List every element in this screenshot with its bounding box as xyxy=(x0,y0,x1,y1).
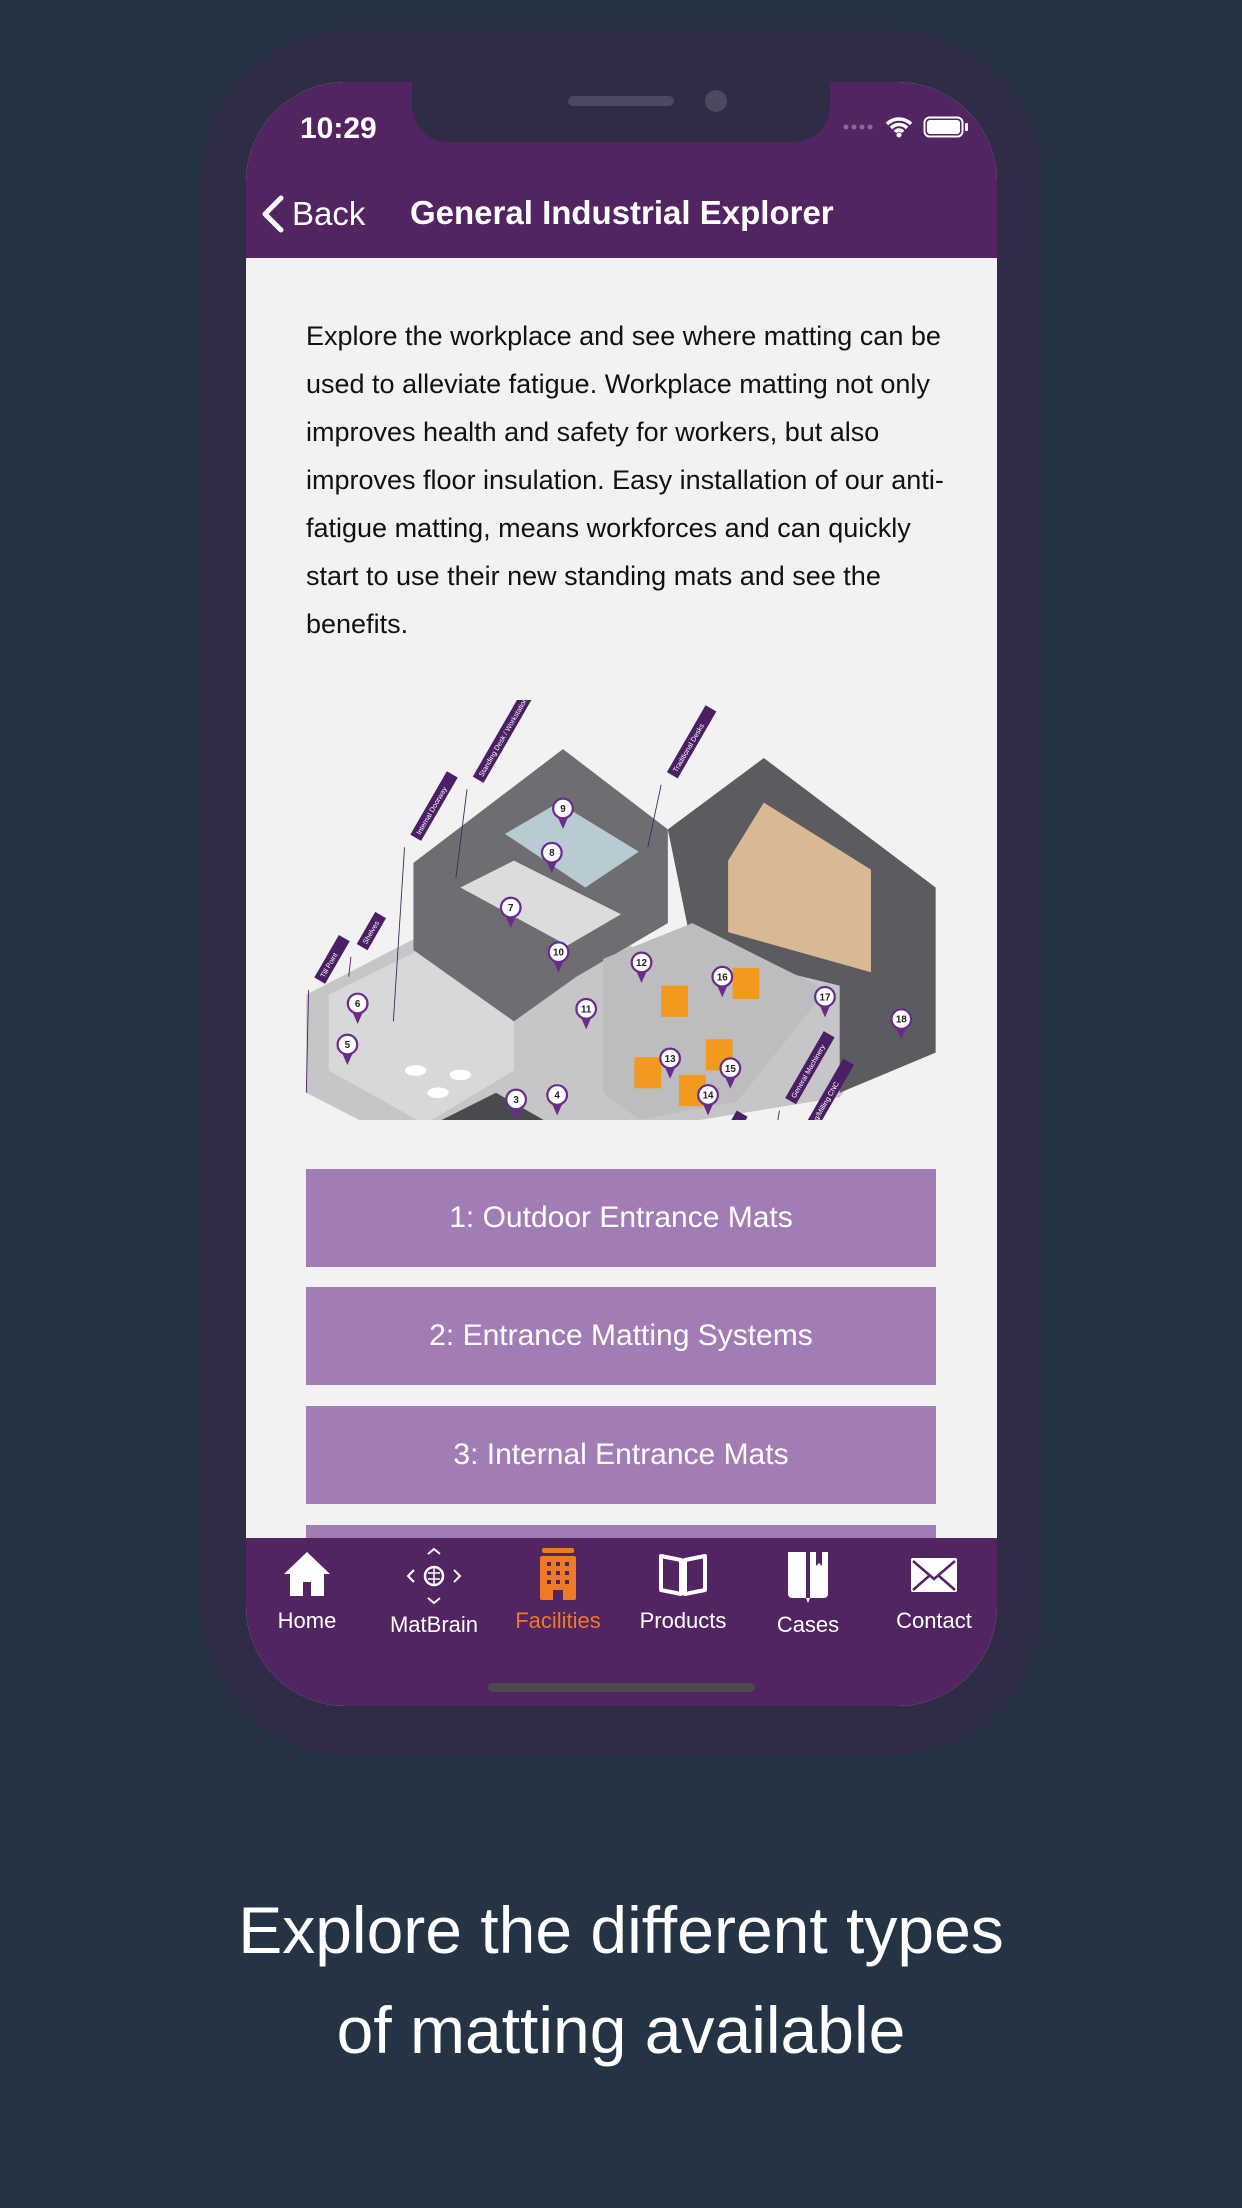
pin-number: 10 xyxy=(553,948,564,959)
machine xyxy=(634,1057,662,1089)
pin-number: 6 xyxy=(355,999,361,1010)
back-button[interactable]: Back xyxy=(260,194,365,234)
building-icon xyxy=(540,1548,576,1600)
pin-number: 3 xyxy=(513,1095,519,1106)
tab-label: MatBrain xyxy=(389,1612,479,1637)
back-label: Back xyxy=(292,195,366,232)
cafe-table xyxy=(404,1065,427,1076)
pin-number: 9 xyxy=(560,804,566,815)
tab-label: Home xyxy=(277,1608,337,1633)
pin-number: 16 xyxy=(717,972,728,983)
status-time: 10:29 xyxy=(300,112,377,145)
machine xyxy=(661,985,688,1017)
tab-products[interactable]: Products xyxy=(621,1548,745,1634)
signal-icon xyxy=(843,124,873,130)
caption-line-1: Explore the different types xyxy=(238,1893,1004,1967)
tab-contact[interactable]: Contact xyxy=(872,1548,996,1634)
status-icons xyxy=(843,116,969,138)
intro-text: Explore the workplace and see where matt… xyxy=(306,321,944,639)
pin-number: 7 xyxy=(508,903,514,914)
page-title: General Industrial Explorer xyxy=(410,194,834,231)
area-tag: Standing Desk / Workstations xyxy=(472,700,545,783)
pin-number: 11 xyxy=(581,1004,592,1015)
pin-number: 14 xyxy=(703,1091,714,1102)
pin-number: 17 xyxy=(820,992,831,1003)
home-icon xyxy=(284,1552,330,1596)
tag-leader xyxy=(777,1110,780,1120)
mat-button-1[interactable]: 1: Outdoor Entrance Mats xyxy=(306,1169,936,1267)
camera xyxy=(705,90,727,112)
tab-facilities[interactable]: Facilities xyxy=(496,1548,620,1634)
pin-number: 15 xyxy=(725,1064,736,1075)
bookmark-book-icon xyxy=(788,1552,828,1603)
speaker xyxy=(568,96,674,106)
pin-number: 8 xyxy=(549,848,555,859)
nav-header: 10:29 Back General Industrial Explorer xyxy=(246,82,997,258)
notch xyxy=(412,82,830,142)
tab-matbrain[interactable]: MatBrain xyxy=(372,1548,496,1638)
battery-icon xyxy=(923,116,968,138)
cafe-table xyxy=(427,1087,449,1099)
machine xyxy=(732,967,760,1000)
tab-home[interactable]: Home xyxy=(246,1548,369,1634)
brain-icon xyxy=(406,1548,462,1604)
tag-label: Traditional Desks xyxy=(672,722,707,774)
phone-screen: 10:29 Back General Industrial Explorer E… xyxy=(246,82,997,1706)
pin-number: 13 xyxy=(665,1054,676,1065)
tab-bar: Home MatBrain Facilities Products Cases … xyxy=(246,1538,997,1706)
area-tag: Traditional Desks xyxy=(666,705,717,779)
home-indicator[interactable] xyxy=(488,1683,755,1692)
wifi-icon xyxy=(885,117,913,138)
cafe-table xyxy=(449,1069,472,1081)
envelope-icon xyxy=(911,1558,957,1592)
tab-label: Contact xyxy=(896,1608,972,1633)
chevron-left-icon xyxy=(262,195,284,233)
pin-number: 18 xyxy=(896,1015,907,1026)
tab-label: Products xyxy=(639,1608,727,1633)
tab-label: Facilities xyxy=(515,1608,601,1633)
caption-line-2: of matting available xyxy=(336,1993,906,2067)
tag-label: Internal Doorway xyxy=(415,785,449,836)
tab-cases[interactable]: Cases xyxy=(746,1548,870,1638)
tab-label: Cases xyxy=(776,1612,840,1637)
pin-number: 12 xyxy=(636,958,647,969)
book-open-icon xyxy=(659,1554,707,1596)
area-tag: Internal Doorway xyxy=(410,771,458,841)
area-tag: Shelves xyxy=(356,911,387,951)
mat-button-3[interactable]: 3: Internal Entrance Mats xyxy=(306,1406,936,1504)
marketing-caption: Explore the different types of matting a… xyxy=(0,1880,1242,2080)
mat-button-2[interactable]: 2: Entrance Matting Systems xyxy=(306,1287,936,1385)
pin-number: 4 xyxy=(554,1091,560,1102)
pin-number: 5 xyxy=(345,1040,351,1051)
facility-illustration: Till PointShelvesInternal DoorwayStandin… xyxy=(305,700,936,1120)
